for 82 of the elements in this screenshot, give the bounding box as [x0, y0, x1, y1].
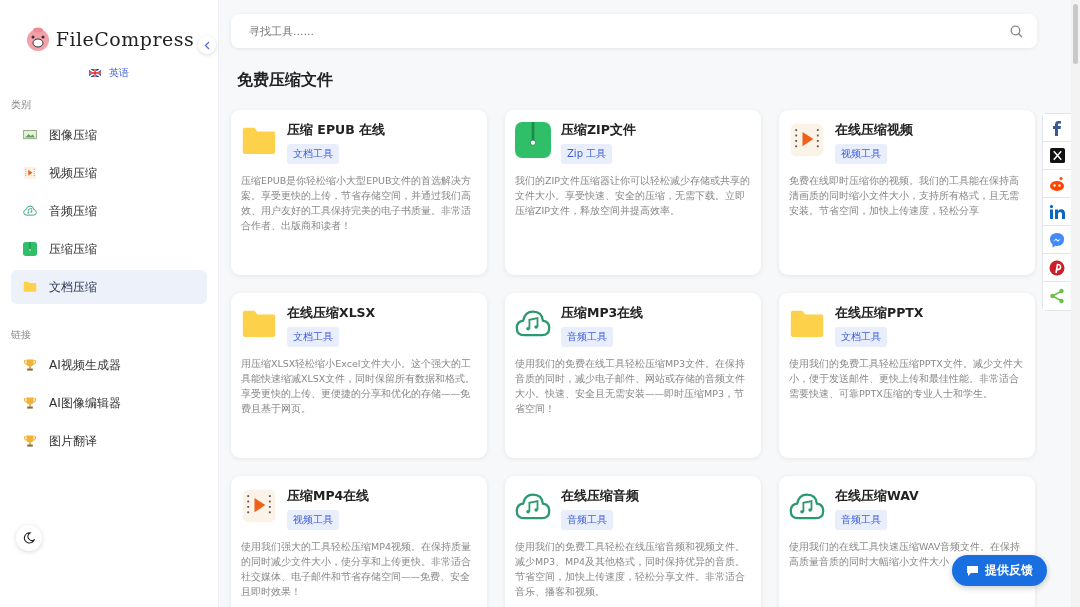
- card-title: 在线压缩WAV: [835, 488, 919, 505]
- logo-text: FileCompress: [55, 28, 195, 50]
- video-player-icon: [23, 166, 37, 180]
- flag-icon: [89, 69, 101, 77]
- video-player-icon: [789, 122, 825, 158]
- x-icon: [1049, 148, 1065, 163]
- card-description: 使用我们的免费工具轻松在线压缩音频和视频文件。减少MP3、MP4及其他格式，同时保持优异的音质。节省空间，加快上传速度，轻松分享文件。非常适合音乐、播客和视频。: [515, 540, 746, 599]
- folder-icon: [241, 125, 277, 155]
- tool-card[interactable]: 压缩 EPUB 在线 文档工具 压缩EPUB是你轻松缩小大型EPUB文件的首选解决方案。享受更快的上传，节省存储空间，并通过我们高效、用户友好的工具保持完美的电子书质量。非常适合作者、出版商和读者！: [231, 110, 487, 275]
- card-description: 使用我们的免费在线工具轻松压缩MP3文件。在保持音质的同时，减少电子邮件、网站或存储的音频文件大小。快速、安全且无需安装——即时压缩MP3，节省空间！: [515, 357, 746, 416]
- sidebar-item[interactable]: 图像压缩: [11, 118, 207, 152]
- language-link[interactable]: 英语: [109, 66, 129, 80]
- chat-icon: [966, 564, 979, 577]
- cloud-music-icon: [23, 205, 37, 217]
- category-tag: 音频工具: [835, 510, 887, 530]
- card-description: 压缩EPUB是你轻松缩小大型EPUB文件的首选解决方案。享受更快的上传，节省存储空间，并通过我们高效、用户友好的工具保持完美的电子书质量。非常适合作者、出版商和读者！: [241, 174, 473, 233]
- card-title: 压缩ZIP文件: [561, 122, 636, 139]
- search-icon: [1010, 24, 1023, 38]
- chat-bubble-icon: [1049, 231, 1065, 248]
- card-title: 压缩MP4在线: [287, 488, 370, 505]
- card-description: 使用我们强大的工具轻松压缩MP4视频。在保持质量的同时减少文件大小，使分享和上传更快。非常适合社交媒体、电子邮件和节省存储空间——免费、安全且即时效果！: [241, 540, 472, 599]
- tool-card[interactable]: 在线压缩XLSX 文档工具 用压缩XLSX轻松缩小Excel文件大小。这个强大的工具能快速缩减XLSX文件，同时保留所有数据和格式。享受更快的上传、更便捷的分享和优化的存储——免费且基于网页。: [231, 293, 487, 458]
- sidebar-item[interactable]: AI图像编辑器: [11, 386, 207, 420]
- trophy-icon: [23, 358, 37, 372]
- category-tag: 文档工具: [287, 144, 339, 164]
- sidebar-item[interactable]: AI视频生成器: [11, 348, 207, 382]
- card-description: 我们的ZIP文件压缩器让你可以轻松减少存储或共享的文件大小。享受快速、安全的压缩，无需下载。立即压缩ZIP文件，释放空间并提高效率。: [515, 174, 751, 218]
- category-tag: 视频工具: [287, 510, 339, 530]
- category-tag: 音频工具: [561, 327, 613, 347]
- folder-icon: [789, 308, 825, 338]
- card-title: 压缩MP3在线: [561, 305, 644, 322]
- trophy-icon: [23, 396, 37, 410]
- category-tag: 文档工具: [835, 327, 887, 347]
- tool-card[interactable]: 压缩MP3在线 音频工具 使用我们的免费在线工具轻松压缩MP3文件。在保持音质的同时，减少电子邮件、网站或存储的音频文件大小。快速、安全且无需安装——即时压缩MP3，节省空间！: [505, 293, 761, 458]
- category-tag: 视频工具: [835, 144, 887, 164]
- section-heading: 链接: [11, 328, 32, 342]
- tool-card[interactable]: 在线压缩音频 音频工具 使用我们的免费工具轻松在线压缩音频和视频文件。减少MP3、MP4及其他格式，同时保持优异的音质。节省空间，加快上传速度，轻松分享文件。非常适合音乐、播客和视频。: [505, 476, 761, 607]
- chevron-left-icon: [204, 40, 210, 50]
- zipper-icon: [515, 122, 551, 158]
- trophy-icon: [23, 434, 37, 448]
- card-description: 免费在线即时压缩你的视频。我们的工具能在保持高清画质的同时缩小文件大小，支持所有格式，且无需安装。节省空间，加快上传速度，轻松分享: [789, 174, 1020, 218]
- tool-card[interactable]: 在线压缩PPTX 文档工具 使用我们的免费工具轻松压缩PPTX文件。减少文件大小，便于发送邮件、更快上传和最佳性能。非常适合需要快速、可靠PPTX压缩的专业人士和学生。: [779, 293, 1035, 458]
- picture-icon: [23, 129, 37, 141]
- card-description: 用压缩XLSX轻松缩小Excel文件大小。这个强大的工具能快速缩减XLSX文件，同时保留所有数据和格式。享受更快的上传、更便捷的分享和优化的存储——免费且基于网页。: [241, 357, 477, 416]
- letters-in-icon: [1049, 204, 1065, 219]
- scrollbar[interactable]: [1071, 0, 1080, 607]
- video-player-icon: [241, 488, 277, 524]
- sidebar-item[interactable]: 音频压缩: [11, 194, 207, 228]
- cloud-music-icon: [515, 308, 551, 338]
- page-heading: 免费压缩文件: [237, 70, 334, 91]
- card-title: 在线压缩音频: [561, 488, 639, 505]
- moon-icon: [23, 532, 35, 544]
- dark-mode-button[interactable]: [16, 525, 42, 551]
- tool-card[interactable]: 压缩MP4在线 视频工具 使用我们强大的工具轻松压缩MP4视频。在保持质量的同时减少文件大小，使分享和上传更快。非常适合社交媒体、电子邮件和节省存储空间——免费、安全且即时效果！: [231, 476, 487, 607]
- sidebar-item[interactable]: 视频压缩: [11, 156, 207, 190]
- cloud-music-icon: [789, 491, 825, 521]
- search-field[interactable]: 寻找工具......: [231, 14, 1037, 48]
- section-heading: 类别: [11, 98, 32, 112]
- category-tag: 文档工具: [287, 327, 339, 347]
- folder-icon: [241, 308, 277, 338]
- search-input[interactable]: 寻找工具......: [247, 23, 1010, 39]
- zipper-icon: [23, 242, 37, 256]
- folder-icon: [23, 281, 37, 293]
- card-description: 使用我们的免费工具轻松压缩PPTX文件。减少文件大小，便于发送邮件、更快上传和最佳性能。非常适合需要快速、可靠PPTX压缩的专业人士和学生。: [789, 357, 1024, 401]
- letter-p-icon: [1049, 259, 1065, 276]
- cloud-music-icon: [515, 491, 551, 521]
- card-title: 压缩 EPUB 在线: [287, 122, 386, 139]
- letter-f-icon: [1050, 119, 1064, 136]
- share-icon: [1049, 288, 1065, 304]
- collapse-button[interactable]: [198, 36, 216, 54]
- card-title: 在线压缩XLSX: [287, 305, 376, 322]
- tool-card[interactable]: 在线压缩视频 视频工具 免费在线即时压缩你的视频。我们的工具能在保持高清画质的同时缩小文件大小，支持所有格式，且无需安装。节省空间，加快上传速度，轻松分享: [779, 110, 1035, 275]
- sidebar-item[interactable]: 图片翻译: [11, 424, 207, 458]
- sidebar-item[interactable]: 压缩压缩: [11, 232, 207, 266]
- share-button[interactable]: [1043, 114, 1071, 142]
- sidebar-item[interactable]: 文档压缩: [11, 270, 207, 304]
- category-tag: 音频工具: [561, 510, 613, 530]
- category-tag: Zip 工具: [561, 144, 613, 164]
- card-title: 在线压缩视频: [835, 122, 913, 139]
- alien-head-icon: [1049, 175, 1065, 192]
- tool-card[interactable]: 压缩ZIP文件 Zip 工具 我们的ZIP文件压缩器让你可以轻松减少存储或共享的文件大小。享受快速、安全的压缩，无需下载。立即压缩ZIP文件，释放空间并提高效率。: [505, 110, 761, 275]
- card-title: 在线压缩PPTX: [835, 305, 924, 322]
